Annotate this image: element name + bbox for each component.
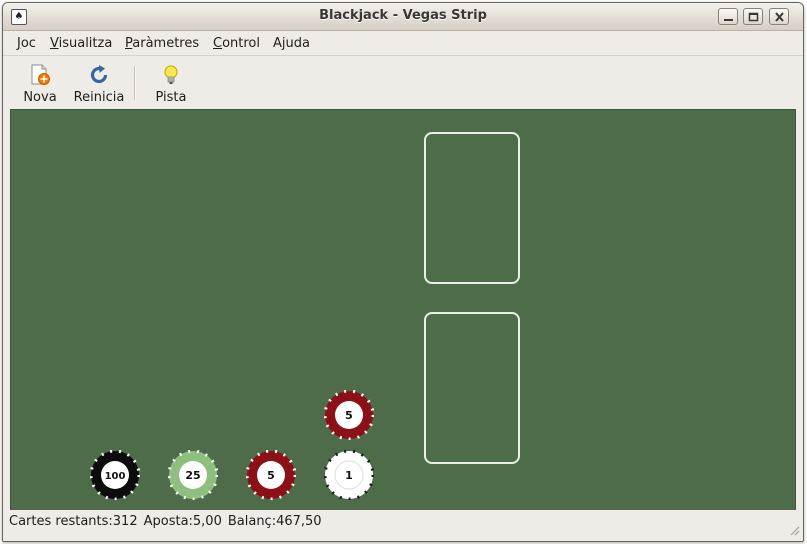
toolbar: Nova Reinicia Pista bbox=[3, 55, 803, 110]
maximize-button[interactable] bbox=[743, 8, 763, 25]
chip-5-label: 5 bbox=[267, 469, 275, 482]
menu-parametres[interactable]: Paràmetres bbox=[125, 36, 199, 51]
bet-stack-chip-5[interactable]: 5 bbox=[324, 390, 374, 440]
new-game-label: Nova bbox=[23, 90, 57, 105]
close-icon bbox=[775, 12, 784, 22]
chip-25[interactable]: 25 bbox=[168, 450, 218, 500]
player-card-slot[interactable] bbox=[424, 312, 520, 464]
menu-bar: Joc Visualitza Paràmetres Control Ajuda bbox=[3, 31, 803, 55]
chip-5[interactable]: 5 bbox=[246, 450, 296, 500]
chip-25-label: 25 bbox=[185, 469, 200, 482]
balance-amount: Balanç:467,50 bbox=[227, 514, 322, 529]
app-window: ♠ Blackjack - Vegas Strip Joc Visualitza… bbox=[2, 2, 804, 542]
refresh-icon bbox=[90, 65, 108, 84]
bet-amount: Aposta:5,00 bbox=[143, 514, 222, 529]
chip-1-label: 1 bbox=[345, 469, 353, 482]
dealer-card-slot[interactable] bbox=[424, 132, 520, 284]
new-game-button[interactable]: Nova bbox=[15, 58, 65, 108]
maximize-icon bbox=[748, 12, 759, 22]
toolbar-separator bbox=[134, 66, 136, 100]
chip-1[interactable]: 1 bbox=[324, 450, 374, 500]
restart-button[interactable]: Reinicia bbox=[69, 58, 129, 108]
resize-grip-icon[interactable] bbox=[788, 524, 800, 536]
chip-100-label: 100 bbox=[105, 471, 126, 482]
close-button[interactable] bbox=[769, 8, 789, 25]
status-bar: Cartes restants:312 Aposta:5,00 Balanç:467… bbox=[3, 510, 803, 540]
bet-stack-chip-label: 5 bbox=[345, 409, 353, 422]
hint-label: Pista bbox=[155, 90, 187, 105]
menu-control[interactable]: Control bbox=[213, 36, 260, 51]
cards-remaining: Cartes restants:312 bbox=[9, 514, 138, 529]
chip-100[interactable]: 100 bbox=[90, 450, 140, 500]
new-document-icon bbox=[31, 64, 50, 85]
menu-visualitza[interactable]: Visualitza bbox=[50, 36, 112, 51]
restart-label: Reinicia bbox=[73, 90, 125, 105]
game-table[interactable]: 5 100 25 5 1 bbox=[10, 109, 796, 511]
lightbulb-icon bbox=[164, 65, 178, 84]
window-title: Blackjack - Vegas Strip bbox=[319, 8, 487, 23]
minimize-button[interactable] bbox=[718, 8, 738, 25]
menu-joc[interactable]: Joc bbox=[17, 36, 36, 51]
menu-ajuda[interactable]: Ajuda bbox=[273, 36, 310, 51]
hint-button[interactable]: Pista bbox=[146, 58, 196, 108]
status-text: Cartes restants:312 Aposta:5,00 Balanç:467… bbox=[9, 514, 328, 529]
title-bar[interactable]: ♠ Blackjack - Vegas Strip bbox=[3, 3, 803, 31]
minimize-icon bbox=[724, 19, 733, 21]
